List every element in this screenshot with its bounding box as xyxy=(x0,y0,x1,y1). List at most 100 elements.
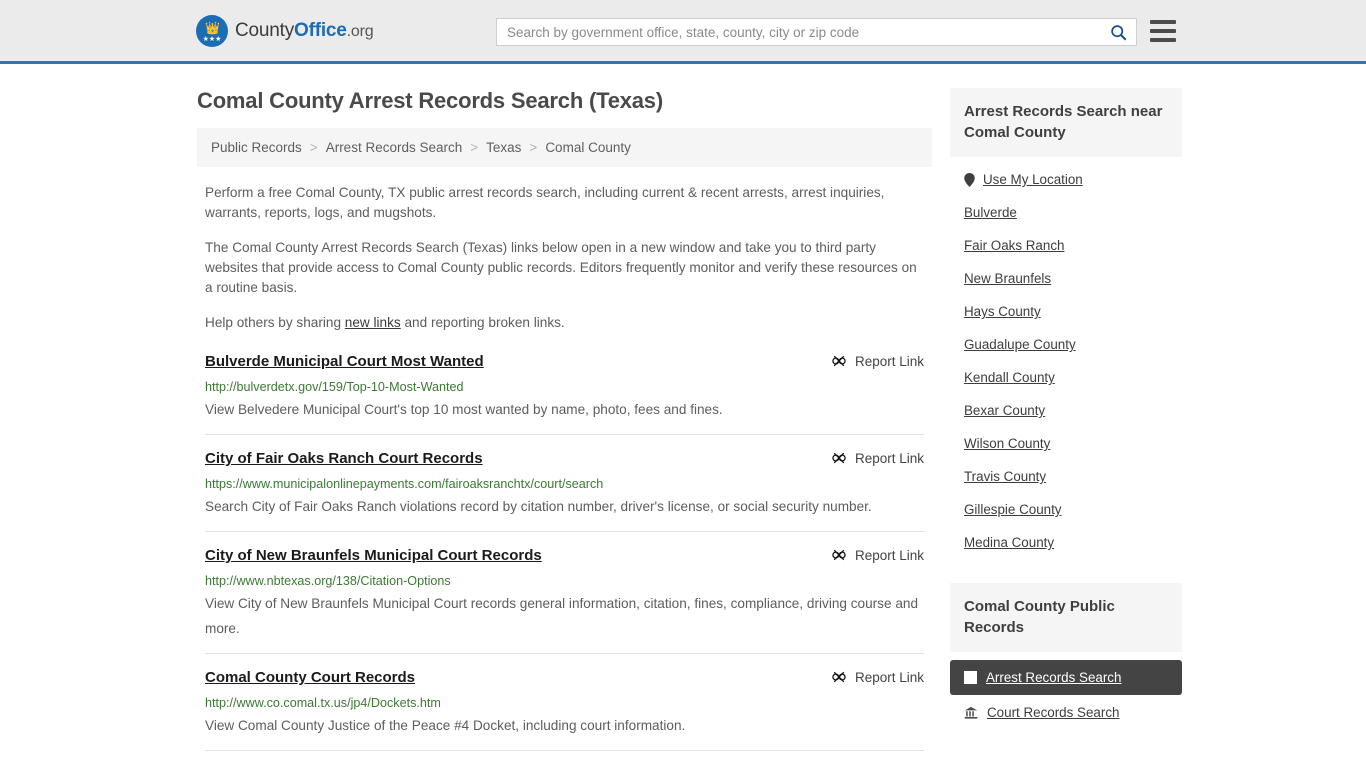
result-header: City of New Braunfels Municipal Court Re… xyxy=(205,546,924,566)
broken-link-icon xyxy=(832,671,846,683)
page-title: Comal County Arrest Records Search (Texa… xyxy=(197,88,663,113)
report-link-button[interactable]: Report Link xyxy=(831,449,924,466)
sidebar-public-records-heading: Comal County Public Records xyxy=(950,583,1182,652)
report-link-label: Report Link xyxy=(854,547,924,563)
content-container: Comal County Arrest Records Search (Texa… xyxy=(193,64,1182,768)
breadcrumb-separator: > xyxy=(529,140,538,155)
brand-part-county: County xyxy=(235,19,295,41)
sidebar-link[interactable]: Kendall County xyxy=(964,370,1055,385)
table-row: Comal County Court Records Report Link h… xyxy=(205,653,924,750)
result-url[interactable]: https://www.municipalonlinepayments.com/… xyxy=(205,476,924,493)
sidebar-item-new-braunfels[interactable]: New Braunfels xyxy=(950,262,1182,295)
sidebar-link[interactable]: Fair Oaks Ranch xyxy=(964,238,1064,253)
result-title-link[interactable]: City of Fair Oaks Ranch Court Records xyxy=(205,449,483,469)
sidebar-link[interactable]: Hays County xyxy=(964,304,1041,319)
result-description: Search City of Fair Oaks Ranch violation… xyxy=(205,499,872,514)
hamburger-bar-2 xyxy=(1150,29,1176,33)
result-header: Bulverde Municipal Court Most Wanted Rep… xyxy=(205,352,924,372)
result-title-link[interactable]: City of New Braunfels Municipal Court Re… xyxy=(205,546,542,566)
sidebar-link[interactable]: Gillespie County xyxy=(964,502,1062,517)
intro-paragraph-2: The Comal County Arrest Records Search (… xyxy=(205,240,917,295)
result-description: View City of New Braunfels Municipal Cou… xyxy=(205,596,919,636)
search-button[interactable] xyxy=(1100,19,1136,45)
hamburger-menu-icon[interactable] xyxy=(1150,20,1176,42)
main-column: Comal County Arrest Records Search (Texa… xyxy=(197,64,932,768)
report-link-label: Report Link xyxy=(854,353,924,369)
sidebar-item-hays-county[interactable]: Hays County xyxy=(950,295,1182,328)
breadcrumb: Public Records > Arrest Records Search >… xyxy=(197,128,932,167)
sidebar-link[interactable]: Guadalupe County xyxy=(964,337,1076,352)
results-list: Bulverde Municipal Court Most Wanted Rep… xyxy=(197,348,932,768)
intro-p3-before: Help others by sharing xyxy=(205,315,345,330)
sidebar-public-records-list: Arrest Records Search Court Records Sear… xyxy=(950,660,1182,730)
sidebar-item-arrest-records-search[interactable]: Arrest Records Search xyxy=(950,660,1182,695)
result-url[interactable]: http://www.co.comal.tx.us/jp4/Dockets.ht… xyxy=(205,695,924,712)
brand-part-office: Office xyxy=(294,19,347,41)
brand-text: CountyOffice.org xyxy=(235,19,374,42)
result-header: City of Fair Oaks Ranch Court Records Re… xyxy=(205,449,924,469)
site-logo[interactable]: 👑 ★★★ CountyOffice.org xyxy=(196,14,374,47)
sidebar-link[interactable]: Wilson County xyxy=(964,436,1050,451)
sidebar-item-gillespie-county[interactable]: Gillespie County xyxy=(950,493,1182,526)
sidebar-link[interactable]: Travis County xyxy=(964,469,1046,484)
result-description: View Comal County Justice of the Peace #… xyxy=(205,718,686,733)
sidebar-item-fair-oaks-ranch[interactable]: Fair Oaks Ranch xyxy=(950,229,1182,262)
use-my-location-link[interactable]: Use My Location xyxy=(983,172,1083,187)
white-square-icon xyxy=(964,671,977,684)
sidebar-category-label: Arrest Records Search xyxy=(986,670,1122,685)
hamburger-bar-1 xyxy=(1150,20,1176,24)
sidebar-item-guadalupe-county[interactable]: Guadalupe County xyxy=(950,328,1182,361)
sidebar-item-kendall-county[interactable]: Kendall County xyxy=(950,361,1182,394)
sidebar-link[interactable]: New Braunfels xyxy=(964,271,1051,286)
intro-paragraph-3: Help others by sharing new links and rep… xyxy=(197,313,932,333)
result-url[interactable]: http://bulverdetx.gov/159/Top-10-Most-Wa… xyxy=(205,379,924,396)
report-link-button[interactable]: Report Link xyxy=(831,352,924,369)
sidebar-item-bulverde[interactable]: Bulverde xyxy=(950,196,1182,229)
result-header: Comal County Court Records Report Link xyxy=(205,668,924,688)
report-link-button[interactable]: Report Link xyxy=(831,668,924,685)
sidebar-item-medina-county[interactable]: Medina County xyxy=(950,526,1182,559)
sidebar-link[interactable]: Bexar County xyxy=(964,403,1045,418)
table-row: City of Fair Oaks Ranch Court Records Re… xyxy=(205,434,924,531)
sidebar-item-court-records-search[interactable]: Court Records Search xyxy=(950,695,1182,730)
result-title-link[interactable]: Bulverde Municipal Court Most Wanted xyxy=(205,352,484,372)
breadcrumb-item-public-records[interactable]: Public Records xyxy=(211,140,302,155)
sidebar-link[interactable]: Bulverde xyxy=(964,205,1017,220)
breadcrumb-item-texas[interactable]: Texas xyxy=(486,140,521,155)
result-url[interactable]: http://www.nbtexas.org/138/Citation-Opti… xyxy=(205,573,924,590)
sidebar-item-travis-county[interactable]: Travis County xyxy=(950,460,1182,493)
hamburger-bar-3 xyxy=(1150,38,1176,42)
result-description: View Belvedere Municipal Court's top 10 … xyxy=(205,402,723,417)
report-link-label: Report Link xyxy=(854,450,924,466)
site-header: 👑 ★★★ CountyOffice.org xyxy=(0,0,1366,64)
new-links-link[interactable]: new links xyxy=(345,315,401,330)
breadcrumb-item-arrest-records-search[interactable]: Arrest Records Search xyxy=(326,140,463,155)
report-link-label: Report Link xyxy=(854,669,924,685)
table-row: City of New Braunfels Municipal Court Re… xyxy=(205,531,924,653)
search-input[interactable] xyxy=(497,19,1100,45)
map-pin-icon xyxy=(964,172,975,187)
report-link-button[interactable]: Report Link xyxy=(831,546,924,563)
courthouse-icon xyxy=(964,706,978,719)
breadcrumb-item-comal-county[interactable]: Comal County xyxy=(545,140,631,155)
sidebar-link[interactable]: Medina County xyxy=(964,535,1054,550)
brand-part-org: .org xyxy=(346,22,374,40)
sidebar-item-wilson-county[interactable]: Wilson County xyxy=(950,427,1182,460)
page-body: Comal County Arrest Records Search (Texa… xyxy=(0,64,1366,768)
broken-link-icon xyxy=(832,355,846,367)
intro-paragraph-1: Perform a free Comal County, TX public a… xyxy=(205,185,885,220)
sidebar: Arrest Records Search near Comal County … xyxy=(950,64,1182,768)
search-bar[interactable] xyxy=(496,18,1137,46)
sidebar-nearby-heading: Arrest Records Search near Comal County xyxy=(950,88,1182,157)
result-title-link[interactable]: Comal County Court Records xyxy=(205,668,415,688)
broken-link-icon xyxy=(832,452,846,464)
sidebar-item-bexar-county[interactable]: Bexar County xyxy=(950,394,1182,427)
sidebar-item-use-my-location[interactable]: Use My Location xyxy=(950,163,1182,196)
intro-text: Perform a free Comal County, TX public a… xyxy=(197,183,932,333)
search-icon xyxy=(1110,24,1126,40)
sidebar-nearby-list: Use My Location Bulverde Fair Oaks Ranch… xyxy=(950,157,1182,559)
table-row: Bulverde Municipal Court Most Wanted Rep… xyxy=(205,348,924,434)
breadcrumb-separator: > xyxy=(309,140,318,155)
broken-link-icon xyxy=(832,549,846,561)
intro-p3-after: and reporting broken links. xyxy=(400,315,565,330)
